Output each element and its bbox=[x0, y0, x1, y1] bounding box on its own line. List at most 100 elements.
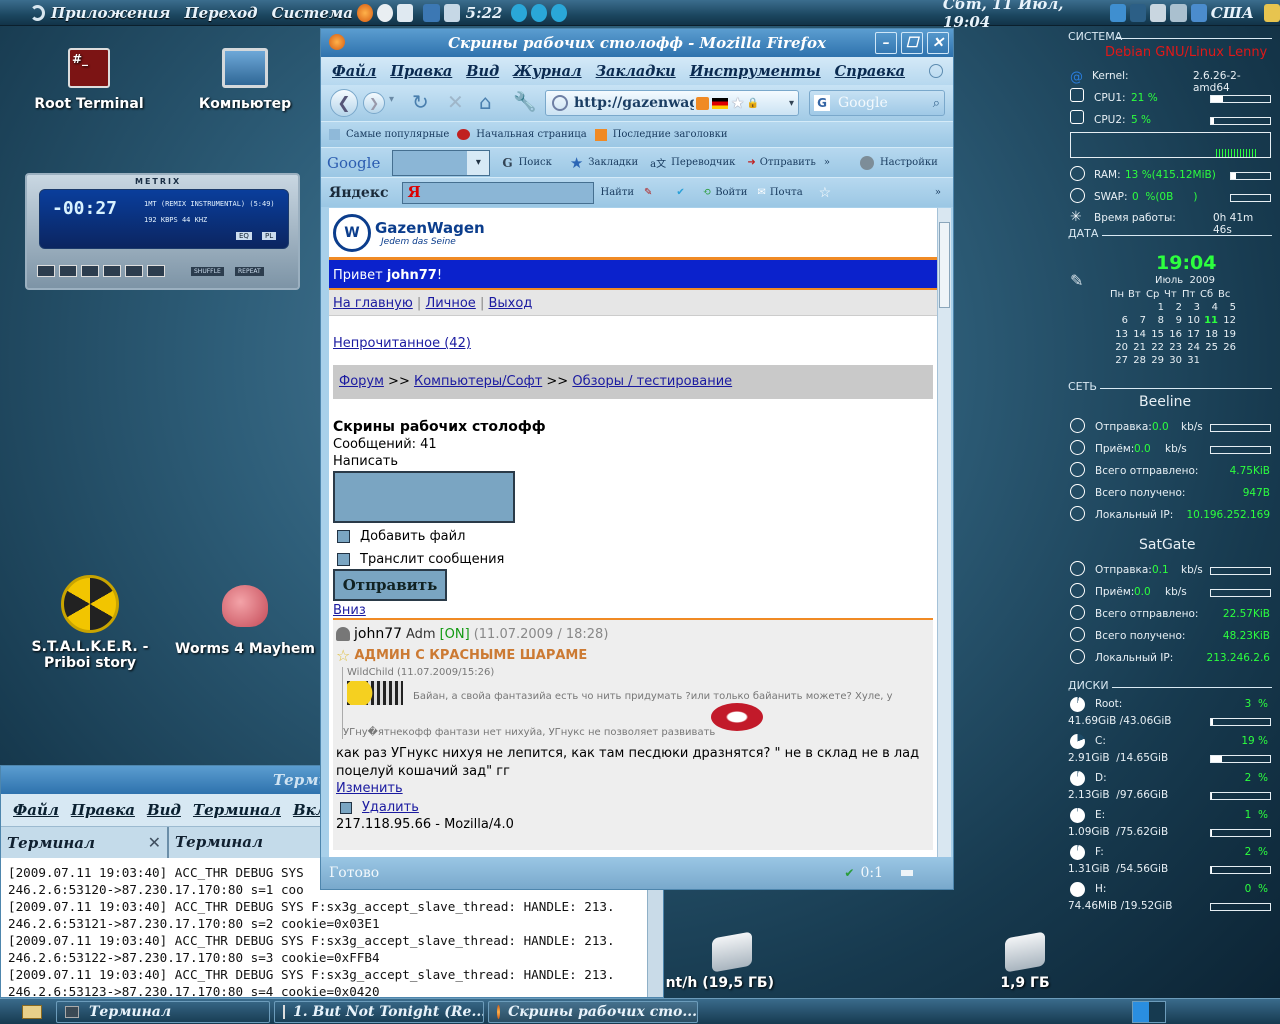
delete-checkbox[interactable] bbox=[340, 801, 352, 814]
post-author[interactable]: john77 bbox=[354, 626, 402, 642]
yandex-login[interactable]: Войти bbox=[715, 187, 747, 198]
forward-button[interactable]: ❯ bbox=[363, 92, 385, 114]
favorites-star-icon[interactable]: ☆ bbox=[819, 185, 832, 201]
minimize-icon[interactable]: – bbox=[875, 32, 897, 54]
stop-icon[interactable]: ✕ bbox=[447, 90, 464, 114]
yandex-find[interactable]: Найти bbox=[600, 187, 634, 198]
nav-home-link[interactable]: На главную bbox=[333, 296, 413, 311]
unread-link[interactable]: Непрочитанное (42) bbox=[333, 336, 471, 351]
terminal-tab-2[interactable]: Терминал bbox=[169, 827, 269, 858]
yandex-logo[interactable]: Яндекс bbox=[329, 185, 388, 201]
terminal-menu-edit[interactable]: Правка bbox=[71, 801, 135, 819]
workspace-1[interactable] bbox=[1133, 1001, 1149, 1022]
player-pl-button[interactable]: PL bbox=[262, 232, 277, 240]
message-textarea[interactable] bbox=[333, 471, 515, 523]
desktop-icon-drive-small[interactable]: 1,9 ГБ bbox=[985, 931, 1065, 991]
home-icon[interactable]: ⌂ bbox=[479, 90, 492, 114]
screenshot-launcher-icon[interactable] bbox=[423, 3, 440, 22]
terminal-menu-terminal[interactable]: Терминал bbox=[193, 801, 281, 819]
bookmark-popular[interactable]: Самые популярные bbox=[346, 129, 449, 140]
google-more[interactable]: » bbox=[824, 157, 830, 168]
breadcrumb-forum[interactable]: Форум bbox=[339, 374, 384, 389]
scroll-thumb[interactable] bbox=[939, 222, 950, 308]
desktop-icon-computer[interactable]: Компьютер bbox=[190, 48, 300, 112]
bluetooth-icon[interactable] bbox=[1130, 3, 1147, 22]
keyboard-layout[interactable]: США bbox=[1211, 4, 1254, 22]
edit-link[interactable]: Изменить bbox=[336, 781, 403, 796]
player-next-icon[interactable] bbox=[125, 265, 143, 277]
firefox-launcher-icon[interactable] bbox=[356, 3, 374, 22]
url-text[interactable]: http://gazenwager bbox=[574, 95, 694, 111]
menu-tools[interactable]: Инструменты bbox=[690, 63, 821, 80]
menu-history[interactable]: Журнал bbox=[513, 63, 581, 80]
taskbar-terminal[interactable]: Терминал bbox=[56, 1000, 270, 1023]
yandex-search-input[interactable]: Я bbox=[402, 181, 595, 204]
pause-icon[interactable] bbox=[530, 3, 547, 22]
down-link[interactable]: Вниз bbox=[333, 603, 366, 618]
close-icon[interactable]: ✕ bbox=[927, 32, 949, 54]
translit-checkbox[interactable] bbox=[337, 553, 350, 566]
prev-track-icon[interactable] bbox=[510, 3, 527, 22]
taskbar-firefox[interactable]: Скрины рабочих сто... bbox=[488, 1000, 698, 1023]
google-logo[interactable]: Google bbox=[327, 154, 380, 172]
bookmark-start[interactable]: Начальная страница bbox=[476, 129, 586, 140]
menu-places[interactable]: Переход bbox=[184, 4, 257, 22]
next-track-icon[interactable] bbox=[550, 3, 567, 22]
network-manager-icon[interactable] bbox=[1150, 3, 1167, 22]
audio-player[interactable]: METRIX -00:27 1MT (REMIX INSTRUMENTAL) (… bbox=[25, 173, 300, 290]
url-bar[interactable]: http://gazenwager ★ 🔒 ▾ bbox=[545, 90, 799, 116]
yandex-mail[interactable]: Почта bbox=[770, 187, 803, 198]
history-dropdown-icon[interactable]: ▾ bbox=[389, 94, 394, 105]
google-search-engine-icon[interactable]: G bbox=[814, 95, 830, 111]
workspace-2[interactable] bbox=[1149, 1001, 1165, 1022]
menu-help[interactable]: Справка bbox=[835, 63, 905, 80]
rss-icon[interactable] bbox=[696, 96, 709, 110]
clock-launcher-icon[interactable] bbox=[377, 3, 394, 22]
player-pause-icon[interactable] bbox=[81, 265, 99, 277]
nav-logout-link[interactable]: Выход bbox=[488, 296, 532, 311]
google-bookmarks[interactable]: Закладки bbox=[588, 157, 638, 168]
window-launcher-icon[interactable] bbox=[443, 3, 460, 22]
google-search-input[interactable]: ▾ bbox=[392, 149, 491, 176]
breadcrumb-reviews[interactable]: Обзоры / тестирование bbox=[572, 374, 732, 389]
player-stop-icon[interactable] bbox=[103, 265, 121, 277]
status-addon-icon[interactable]: ✔ bbox=[844, 866, 854, 880]
taskbar-player[interactable]: 1. But Not Tonight (Re... bbox=[274, 1000, 484, 1023]
search-bar[interactable]: G Google ⌕ bbox=[809, 90, 945, 116]
firefox-window[interactable]: Скрины рабочих столофф - Mozilla Firefox… bbox=[320, 28, 954, 890]
player-play-icon[interactable] bbox=[59, 265, 77, 277]
menu-bookmarks[interactable]: Закладки bbox=[596, 63, 676, 80]
nav-personal-link[interactable]: Личное bbox=[425, 296, 475, 311]
panel-clock[interactable]: Сбт, 11 Июл, 19:04 bbox=[943, 0, 1098, 31]
terminal-tab-1[interactable]: Терминал ✕ bbox=[1, 827, 169, 858]
workspace-switcher[interactable] bbox=[1132, 1000, 1166, 1023]
reload-icon[interactable]: ↻ bbox=[412, 90, 429, 114]
delete-link[interactable]: Удалить bbox=[362, 800, 419, 815]
google-settings[interactable]: Настройки bbox=[880, 157, 938, 168]
bookmark-latest[interactable]: Последние заголовки bbox=[613, 129, 728, 140]
network-icon[interactable] bbox=[1110, 3, 1127, 22]
url-dropdown-icon[interactable]: ▾ bbox=[789, 98, 794, 109]
menu-view[interactable]: Вид bbox=[466, 63, 499, 80]
desktop-icon-drive-h[interactable]: nt/h (19,5 ГБ) bbox=[664, 931, 774, 991]
player-repeat-button[interactable]: REPEAT bbox=[235, 267, 264, 276]
volume-icon[interactable] bbox=[1170, 3, 1187, 22]
menu-system[interactable]: Система bbox=[272, 4, 353, 22]
close-tab-icon[interactable]: ✕ bbox=[148, 833, 161, 852]
status-menu-icon[interactable] bbox=[901, 870, 913, 876]
terminal-menu-file[interactable]: Файл bbox=[13, 801, 59, 819]
menu-applications[interactable]: Приложения bbox=[51, 4, 170, 22]
page-scrollbar[interactable] bbox=[937, 208, 951, 858]
add-file-checkbox[interactable] bbox=[337, 530, 350, 543]
display-icon[interactable] bbox=[1190, 3, 1207, 22]
check-icon[interactable]: ✔ bbox=[676, 187, 684, 198]
chevron-down-icon[interactable]: ▾ bbox=[467, 150, 490, 175]
player-eject-icon[interactable] bbox=[147, 265, 165, 277]
back-button[interactable]: ❮ bbox=[330, 89, 358, 117]
desktop-icon-root-terminal[interactable]: #_ Root Terminal bbox=[30, 48, 148, 112]
menu-edit[interactable]: Правка bbox=[390, 63, 452, 80]
terminal-menu-view[interactable]: Вид bbox=[147, 801, 181, 819]
maximize-icon[interactable]: ☐ bbox=[901, 32, 923, 54]
breadcrumb-computers[interactable]: Компьютеры/Софт bbox=[414, 374, 542, 389]
page-content[interactable]: W GazenWagen Jedem das Seine Привет john… bbox=[329, 208, 937, 858]
